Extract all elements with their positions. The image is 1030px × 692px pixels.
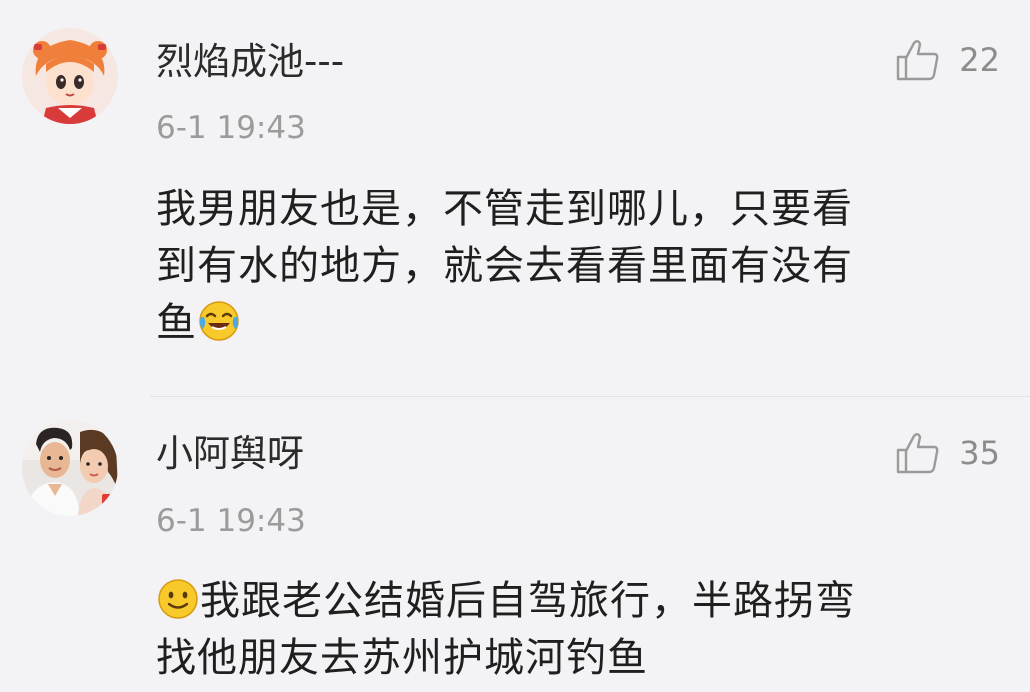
like-button[interactable]: 35 (895, 431, 1000, 475)
comment-text-fragment: 我跟老公结婚后自驾旅行，半路拐弯 (200, 578, 856, 624)
timestamp: 6-1 19:43 (156, 110, 306, 146)
comment-text: 我跟老公结婚后自驾旅行，半路拐弯 找他朋友去苏州护城河钓鱼 (156, 573, 986, 687)
like-count: 22 (959, 41, 1000, 79)
like-count: 35 (959, 434, 1000, 472)
like-button[interactable]: 22 (895, 38, 1000, 82)
avatar[interactable] (22, 420, 118, 516)
comment-text-line: 我男朋友也是，不管走到哪儿，只要看 (156, 186, 853, 232)
comment-text-line: 找他朋友去苏州护城河钓鱼 (156, 635, 648, 681)
avatar[interactable] (22, 28, 118, 124)
thumbs-up-icon (897, 40, 939, 81)
comment-text: 我男朋友也是，不管走到哪儿，只要看 到有水的地方，就会去看看里面有没有 鱼 (156, 181, 986, 352)
thumbs-up-icon (897, 433, 939, 474)
comment-text-line: 到有水的地方，就会去看看里面有没有 (156, 243, 853, 289)
smile-emoji-icon (156, 577, 200, 621)
comment-text-line: 我跟老公结婚后自驾旅行，半路拐弯 (156, 573, 986, 630)
username[interactable]: 小阿舆呀 (156, 432, 304, 476)
comment-text-fragment: 鱼 (156, 300, 197, 346)
comment-text-line: 鱼 (156, 295, 986, 352)
comment-item: 烈焰成池--- 6-1 19:43 22 我男朋友也是，不管走到哪儿，只要看 到… (0, 0, 1030, 396)
comment-item: 小阿舆呀 6-1 19:43 35 我跟老公结婚后自驾旅行，半路拐弯 找他朋友去… (0, 397, 1030, 692)
cartoon-girl-avatar-icon (22, 28, 118, 124)
username[interactable]: 烈焰成池--- (156, 40, 344, 84)
timestamp: 6-1 19:43 (156, 503, 306, 539)
couple-photo-avatar-icon (22, 420, 118, 516)
laugh-cry-emoji-icon (197, 299, 241, 343)
